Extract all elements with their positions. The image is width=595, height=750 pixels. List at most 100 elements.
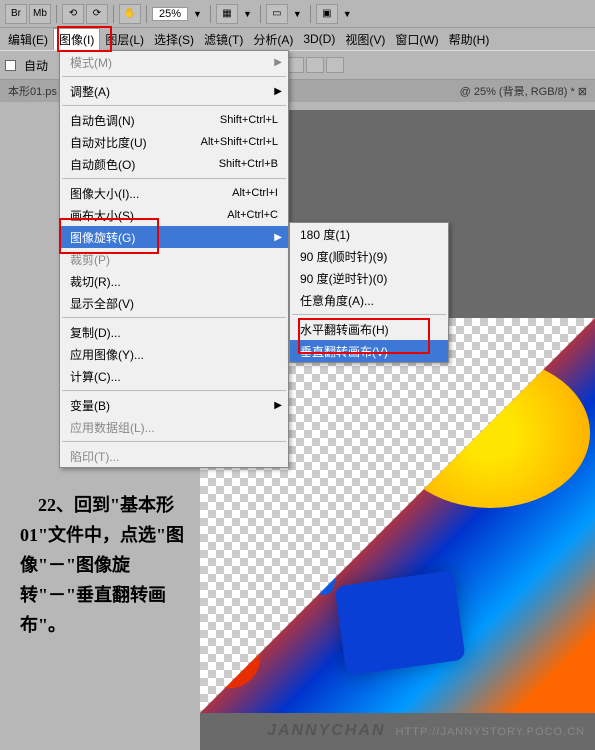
mini-bridge-button[interactable]: Mb: [29, 4, 51, 24]
menu-item[interactable]: 变量(B)▶: [60, 394, 288, 416]
arrange-docs-button[interactable]: ▭: [266, 4, 288, 24]
menu-item[interactable]: 应用图像(Y)...: [60, 343, 288, 365]
separator: [310, 5, 311, 23]
menu-shortcut: Shift+Ctrl+B: [219, 158, 278, 170]
menu-item-label: 90 度(逆时针)(0): [300, 270, 438, 287]
menu-separator: [62, 178, 286, 179]
menu-item-label: 图像大小(I)...: [70, 185, 232, 202]
auto-select-label: 自动: [24, 57, 48, 74]
menu-help[interactable]: 帮助(H): [444, 29, 495, 50]
watermark: JANNYCHAN HTTP://JANNYSTORY.POCO.CN: [267, 722, 585, 740]
auto-select-checkbox[interactable]: [5, 60, 16, 71]
menu-separator: [292, 314, 446, 315]
menu-shortcut: Alt+Ctrl+C: [227, 209, 278, 221]
dropdown-icon[interactable]: ▼: [340, 9, 355, 19]
separator: [210, 5, 211, 23]
menu-item-label: 模式(M): [70, 54, 278, 71]
menu-item-label: 任意角度(A)...: [300, 292, 438, 309]
menu-select[interactable]: 选择(S): [149, 29, 199, 50]
menu-separator: [62, 390, 286, 391]
menu-item[interactable]: 垂直翻转画布(V): [290, 340, 448, 362]
menu-item-label: 180 度(1): [300, 226, 438, 243]
menu-item: 陷印(T)...: [60, 445, 288, 467]
menu-item-label: 复制(D)...: [70, 324, 278, 341]
menu-separator: [62, 76, 286, 77]
menu-item[interactable]: 计算(C)...: [60, 365, 288, 387]
dropdown-icon[interactable]: ▼: [240, 9, 255, 19]
hand-tool-button[interactable]: ✋: [119, 4, 141, 24]
menu-item[interactable]: 复制(D)...: [60, 321, 288, 343]
menu-item-label: 自动颜色(O): [70, 156, 219, 173]
menu-item[interactable]: 图像大小(I)...Alt+Ctrl+I: [60, 182, 288, 204]
image-menu-dropdown: 模式(M)▶调整(A)▶自动色调(N)Shift+Ctrl+L自动对比度(U)A…: [59, 50, 289, 468]
menu-bar: 编辑(E) 图像(I) 图层(L) 选择(S) 滤镜(T) 分析(A) 3D(D…: [0, 28, 595, 50]
screen-mode-button[interactable]: ▣: [316, 4, 338, 24]
image-rotation-submenu: 180 度(1) 90 度(顺时针)(9) 90 度(逆时针)(0) 任意角度(A).…: [289, 222, 449, 363]
menu-shortcut: Alt+Ctrl+I: [232, 187, 278, 199]
menu-layer[interactable]: 图层(L): [100, 29, 149, 50]
menu-item-label: 图像旋转(G): [70, 229, 278, 246]
submenu-arrow-icon: ▶: [274, 86, 282, 97]
document-tab[interactable]: 本形01.ps: [0, 81, 65, 101]
history-button[interactable]: ⟲: [62, 4, 84, 24]
menu-view[interactable]: 视图(V): [340, 29, 390, 50]
menu-item-label: 变量(B): [70, 397, 278, 414]
watermark-name: JANNYCHAN: [267, 722, 385, 739]
menu-item-label: 调整(A): [70, 83, 278, 100]
menu-item[interactable]: 水平翻转画布(H): [290, 318, 448, 340]
menu-item-label: 陷印(T)...: [70, 448, 278, 465]
menu-item-label: 应用图像(Y)...: [70, 346, 278, 363]
menu-item-label: 90 度(顺时针)(9): [300, 248, 438, 265]
submenu-arrow-icon: ▶: [274, 232, 282, 243]
instruction-text: 22、回到"基本形01"文件中，点选"图像"－"图像旋转"－"垂直翻转画布"。: [20, 490, 195, 640]
menu-item: 模式(M)▶: [60, 51, 288, 73]
menu-shortcut: Shift+Ctrl+L: [220, 114, 278, 126]
menu-item[interactable]: 90 度(逆时针)(0): [290, 267, 448, 289]
separator: [146, 5, 147, 23]
menu-shortcut: Alt+Shift+Ctrl+L: [201, 136, 278, 148]
watermark-url: HTTP://JANNYSTORY.POCO.CN: [396, 726, 585, 738]
align-icon[interactable]: [326, 57, 344, 73]
menu-item[interactable]: 180 度(1): [290, 223, 448, 245]
menu-item[interactable]: 图像旋转(G)▶: [60, 226, 288, 248]
document-tab-info[interactable]: @ 25% (背景, RGB/8) * ⊠: [460, 83, 595, 99]
menu-3d[interactable]: 3D(D): [298, 30, 340, 48]
menu-item-label: 显示全部(V): [70, 295, 278, 312]
menu-item-label: 裁切(R)...: [70, 273, 278, 290]
menu-item[interactable]: 90 度(顺时针)(9): [290, 245, 448, 267]
menu-item-label: 水平翻转画布(H): [300, 321, 438, 338]
menu-item-label: 画布大小(S)...: [70, 207, 227, 224]
align-icon[interactable]: [306, 57, 324, 73]
menu-item[interactable]: 自动颜色(O)Shift+Ctrl+B: [60, 153, 288, 175]
menu-item[interactable]: 自动色调(N)Shift+Ctrl+L: [60, 109, 288, 131]
dropdown-icon[interactable]: ▼: [290, 9, 305, 19]
separator: [260, 5, 261, 23]
menu-item: 裁剪(P): [60, 248, 288, 270]
bridge-button[interactable]: Br: [5, 4, 27, 24]
menu-item[interactable]: 显示全部(V): [60, 292, 288, 314]
zoom-dropdown-icon[interactable]: ▼: [190, 9, 205, 19]
menu-item: 应用数据组(L)...: [60, 416, 288, 438]
menu-item[interactable]: 任意角度(A)...: [290, 289, 448, 311]
menu-separator: [62, 317, 286, 318]
menu-item-label: 应用数据组(L)...: [70, 419, 278, 436]
menu-item-label: 自动色调(N): [70, 112, 220, 129]
menu-analysis[interactable]: 分析(A): [248, 29, 298, 50]
menu-item[interactable]: 画布大小(S)...Alt+Ctrl+C: [60, 204, 288, 226]
submenu-arrow-icon: ▶: [274, 400, 282, 411]
submenu-arrow-icon: ▶: [274, 57, 282, 68]
view-extras-button[interactable]: ▦: [216, 4, 238, 24]
menu-item[interactable]: 自动对比度(U)Alt+Shift+Ctrl+L: [60, 131, 288, 153]
menu-item-label: 计算(C)...: [70, 368, 278, 385]
separator: [113, 5, 114, 23]
menu-filter[interactable]: 滤镜(T): [199, 29, 248, 50]
menu-window[interactable]: 窗口(W): [390, 29, 443, 50]
menu-image[interactable]: 图像(I): [53, 28, 100, 50]
menu-item[interactable]: 调整(A)▶: [60, 80, 288, 102]
menu-item-label: 自动对比度(U): [70, 134, 201, 151]
history-fwd-button[interactable]: ⟳: [86, 4, 108, 24]
menu-item[interactable]: 裁切(R)...: [60, 270, 288, 292]
menu-edit[interactable]: 编辑(E): [3, 29, 53, 50]
menu-item-label: 裁剪(P): [70, 251, 278, 268]
zoom-level[interactable]: 25%: [152, 7, 188, 21]
